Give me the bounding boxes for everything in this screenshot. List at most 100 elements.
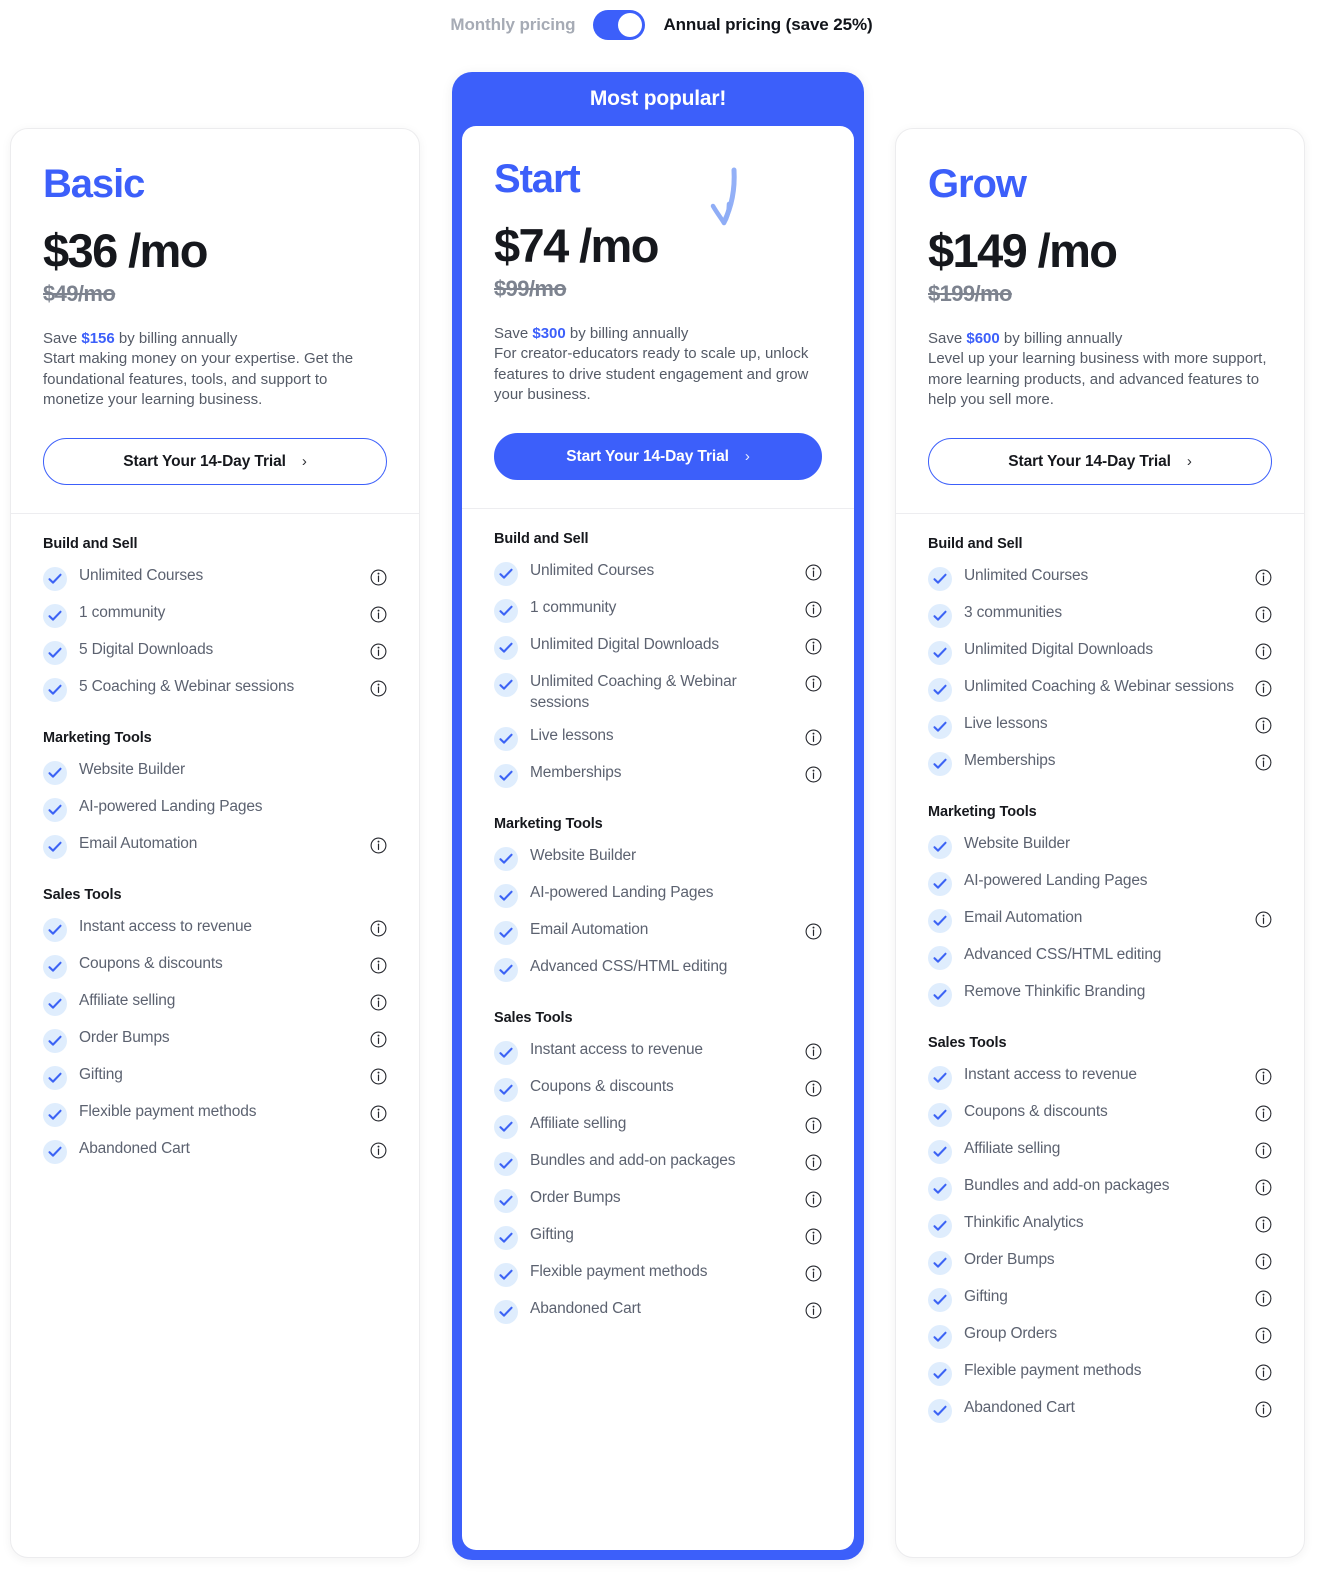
feature-label: Instant access to revenue bbox=[79, 918, 252, 936]
save-suffix: by billing annually bbox=[999, 330, 1123, 347]
feature-row: Order Bumps bbox=[43, 1022, 387, 1059]
feature-label: Flexible payment methods bbox=[530, 1262, 708, 1280]
info-icon[interactable] bbox=[1255, 1216, 1272, 1233]
info-icon[interactable] bbox=[1255, 680, 1272, 697]
info-icon[interactable] bbox=[1255, 1253, 1272, 1270]
info-icon[interactable] bbox=[805, 766, 822, 783]
info-icon[interactable] bbox=[370, 1068, 387, 1085]
feature-row: Flexible payment methods bbox=[928, 1355, 1272, 1392]
feature-row: Unlimited Digital Downloads bbox=[494, 629, 822, 666]
info-icon[interactable] bbox=[370, 1105, 387, 1122]
info-icon[interactable] bbox=[805, 923, 822, 940]
check-icon bbox=[43, 798, 67, 823]
info-icon-spacer bbox=[1255, 834, 1272, 851]
info-icon[interactable] bbox=[805, 1117, 822, 1134]
feature-row: AI-powered Landing Pages bbox=[43, 791, 387, 828]
info-icon[interactable] bbox=[370, 920, 387, 937]
info-icon[interactable] bbox=[805, 1043, 822, 1060]
check-icon bbox=[43, 918, 67, 943]
info-icon[interactable] bbox=[370, 643, 387, 660]
info-icon[interactable] bbox=[805, 1080, 822, 1097]
check-icon bbox=[928, 1177, 952, 1202]
feature-row: Flexible payment methods bbox=[43, 1096, 387, 1133]
plan-price: $36 /mo bbox=[43, 227, 387, 274]
info-icon[interactable] bbox=[805, 638, 822, 655]
check-icon bbox=[494, 1299, 518, 1324]
monthly-pricing-label[interactable]: Monthly pricing bbox=[450, 15, 575, 35]
check-icon bbox=[494, 599, 518, 624]
info-icon[interactable] bbox=[370, 1142, 387, 1159]
info-icon[interactable] bbox=[1255, 717, 1272, 734]
info-icon[interactable] bbox=[1255, 1401, 1272, 1418]
feature-row: Abandoned Cart bbox=[928, 1392, 1272, 1429]
feature-group: Sales Tools Instant access to revenue Coup… bbox=[928, 1035, 1272, 1429]
save-amount: $156 bbox=[81, 330, 115, 347]
info-icon[interactable] bbox=[1255, 1290, 1272, 1307]
start-trial-button[interactable]: Start Your 14-Day Trial › bbox=[43, 438, 387, 486]
info-icon[interactable] bbox=[805, 1228, 822, 1245]
feature-group: Build and Sell Unlimited Courses 1 communi… bbox=[494, 531, 822, 793]
feature-label: Unlimited Coaching & Webinar sessions bbox=[964, 678, 1234, 696]
start-trial-button[interactable]: Start Your 14-Day Trial › bbox=[494, 433, 822, 481]
info-icon[interactable] bbox=[805, 564, 822, 581]
info-icon[interactable] bbox=[370, 569, 387, 586]
info-icon[interactable] bbox=[805, 1191, 822, 1208]
feature-row: Order Bumps bbox=[494, 1182, 822, 1219]
info-icon[interactable] bbox=[1255, 643, 1272, 660]
info-icon[interactable] bbox=[370, 606, 387, 623]
info-icon[interactable] bbox=[1255, 911, 1272, 928]
feature-group-title: Marketing Tools bbox=[43, 730, 152, 747]
check-icon bbox=[928, 678, 952, 703]
feature-row: Unlimited Courses bbox=[928, 560, 1272, 597]
info-icon[interactable] bbox=[805, 675, 822, 692]
info-icon[interactable] bbox=[805, 601, 822, 618]
info-icon[interactable] bbox=[1255, 1105, 1272, 1122]
info-icon[interactable] bbox=[805, 1265, 822, 1282]
info-icon-spacer bbox=[805, 883, 822, 900]
check-icon bbox=[928, 567, 952, 592]
plan-description: For creator-educators ready to scale up,… bbox=[494, 345, 809, 404]
check-icon bbox=[494, 636, 518, 661]
feature-row: Bundles and add-on packages bbox=[928, 1170, 1272, 1207]
feature-row: Instant access to revenue bbox=[928, 1059, 1272, 1096]
info-icon[interactable] bbox=[805, 1154, 822, 1171]
feature-row: Affiliate selling bbox=[928, 1133, 1272, 1170]
info-icon[interactable] bbox=[805, 729, 822, 746]
info-icon[interactable] bbox=[1255, 1179, 1272, 1196]
feature-row: Abandoned Cart bbox=[494, 1293, 822, 1330]
info-icon[interactable] bbox=[370, 1031, 387, 1048]
info-icon[interactable] bbox=[370, 837, 387, 854]
info-icon[interactable] bbox=[370, 994, 387, 1011]
feature-label: Instant access to revenue bbox=[530, 1040, 703, 1058]
feature-row: Thinkific Analytics bbox=[928, 1207, 1272, 1244]
chevron-right-icon: › bbox=[301, 453, 307, 471]
info-icon[interactable] bbox=[1255, 569, 1272, 586]
feature-label: Memberships bbox=[964, 752, 1056, 770]
feature-label: Affiliate selling bbox=[79, 992, 176, 1010]
info-icon[interactable] bbox=[1255, 1068, 1272, 1085]
annual-pricing-label[interactable]: Annual pricing (save 25%) bbox=[663, 15, 872, 35]
check-icon bbox=[494, 883, 518, 908]
check-icon bbox=[928, 1103, 952, 1128]
feature-label: Memberships bbox=[530, 763, 622, 781]
billing-period-toggle[interactable] bbox=[593, 10, 646, 40]
info-icon[interactable] bbox=[1255, 1142, 1272, 1159]
save-suffix: by billing annually bbox=[565, 325, 689, 342]
info-icon[interactable] bbox=[1255, 606, 1272, 623]
feature-label: Instant access to revenue bbox=[964, 1066, 1137, 1084]
check-icon bbox=[928, 1066, 952, 1091]
info-icon[interactable] bbox=[1255, 754, 1272, 771]
info-icon[interactable] bbox=[1255, 1327, 1272, 1344]
feature-row: Affiliate selling bbox=[494, 1108, 822, 1145]
info-icon[interactable] bbox=[370, 957, 387, 974]
info-icon[interactable] bbox=[805, 1302, 822, 1319]
info-icon[interactable] bbox=[370, 680, 387, 697]
price-amount: $36 bbox=[43, 224, 118, 277]
feature-row: Coupons & discounts bbox=[494, 1071, 822, 1108]
start-trial-button[interactable]: Start Your 14-Day Trial › bbox=[928, 438, 1272, 486]
check-icon bbox=[928, 1399, 952, 1424]
check-icon bbox=[928, 1362, 952, 1387]
feature-list: Build and Sell Unlimited Courses 1 communi… bbox=[462, 509, 854, 1329]
info-icon[interactable] bbox=[1255, 1364, 1272, 1381]
plan-savings-line: Save $156 by billing annually bbox=[43, 329, 387, 349]
